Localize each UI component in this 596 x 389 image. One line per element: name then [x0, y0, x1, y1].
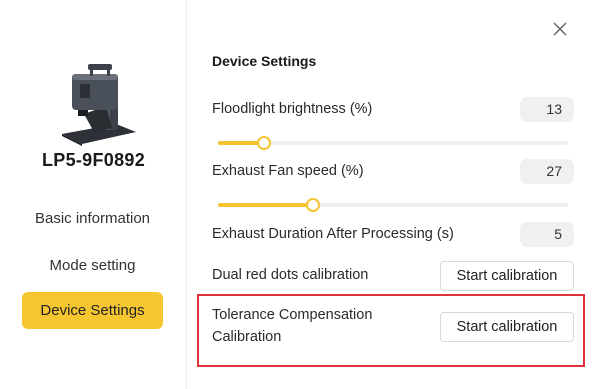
tolerance-label-line1: Tolerance Compensation: [212, 307, 373, 323]
exhaust-duration-label: Exhaust Duration After Processing (s): [212, 226, 454, 242]
dual-red-dots-start-button[interactable]: Start calibration: [440, 261, 574, 291]
slider-thumb[interactable]: [305, 198, 320, 212]
exhaust-fan-value[interactable]: 27: [520, 159, 574, 184]
nav-device-settings[interactable]: Device Settings: [22, 292, 163, 329]
slider-fill: [218, 203, 313, 207]
floodlight-label: Floodlight brightness (%): [212, 101, 373, 117]
laser-engraver-icon: [62, 64, 136, 146]
nav-mode-setting[interactable]: Mode setting: [22, 247, 163, 284]
tolerance-start-button[interactable]: Start calibration: [440, 312, 574, 342]
tolerance-label-line2: Calibration: [212, 329, 282, 345]
exhaust-duration-value[interactable]: 5: [520, 222, 574, 247]
section-title: Device Settings: [212, 53, 317, 69]
nav-basic-information[interactable]: Basic information: [22, 200, 163, 237]
device-name: LP5-9F0892: [41, 150, 146, 170]
exhaust-fan-label: Exhaust Fan speed (%): [212, 163, 364, 179]
floodlight-slider[interactable]: [218, 136, 568, 150]
tolerance-label: Tolerance Compensation Calibration: [212, 304, 372, 348]
sidebar: LP5-9F0892 Basic information Mode settin…: [0, 0, 187, 389]
exhaust-fan-slider[interactable]: [218, 198, 568, 212]
floodlight-value[interactable]: 13: [520, 97, 574, 122]
close-icon[interactable]: [551, 20, 569, 38]
dual-red-dots-label: Dual red dots calibration: [212, 267, 369, 283]
slider-thumb[interactable]: [256, 136, 271, 150]
slider-track: [218, 141, 568, 145]
